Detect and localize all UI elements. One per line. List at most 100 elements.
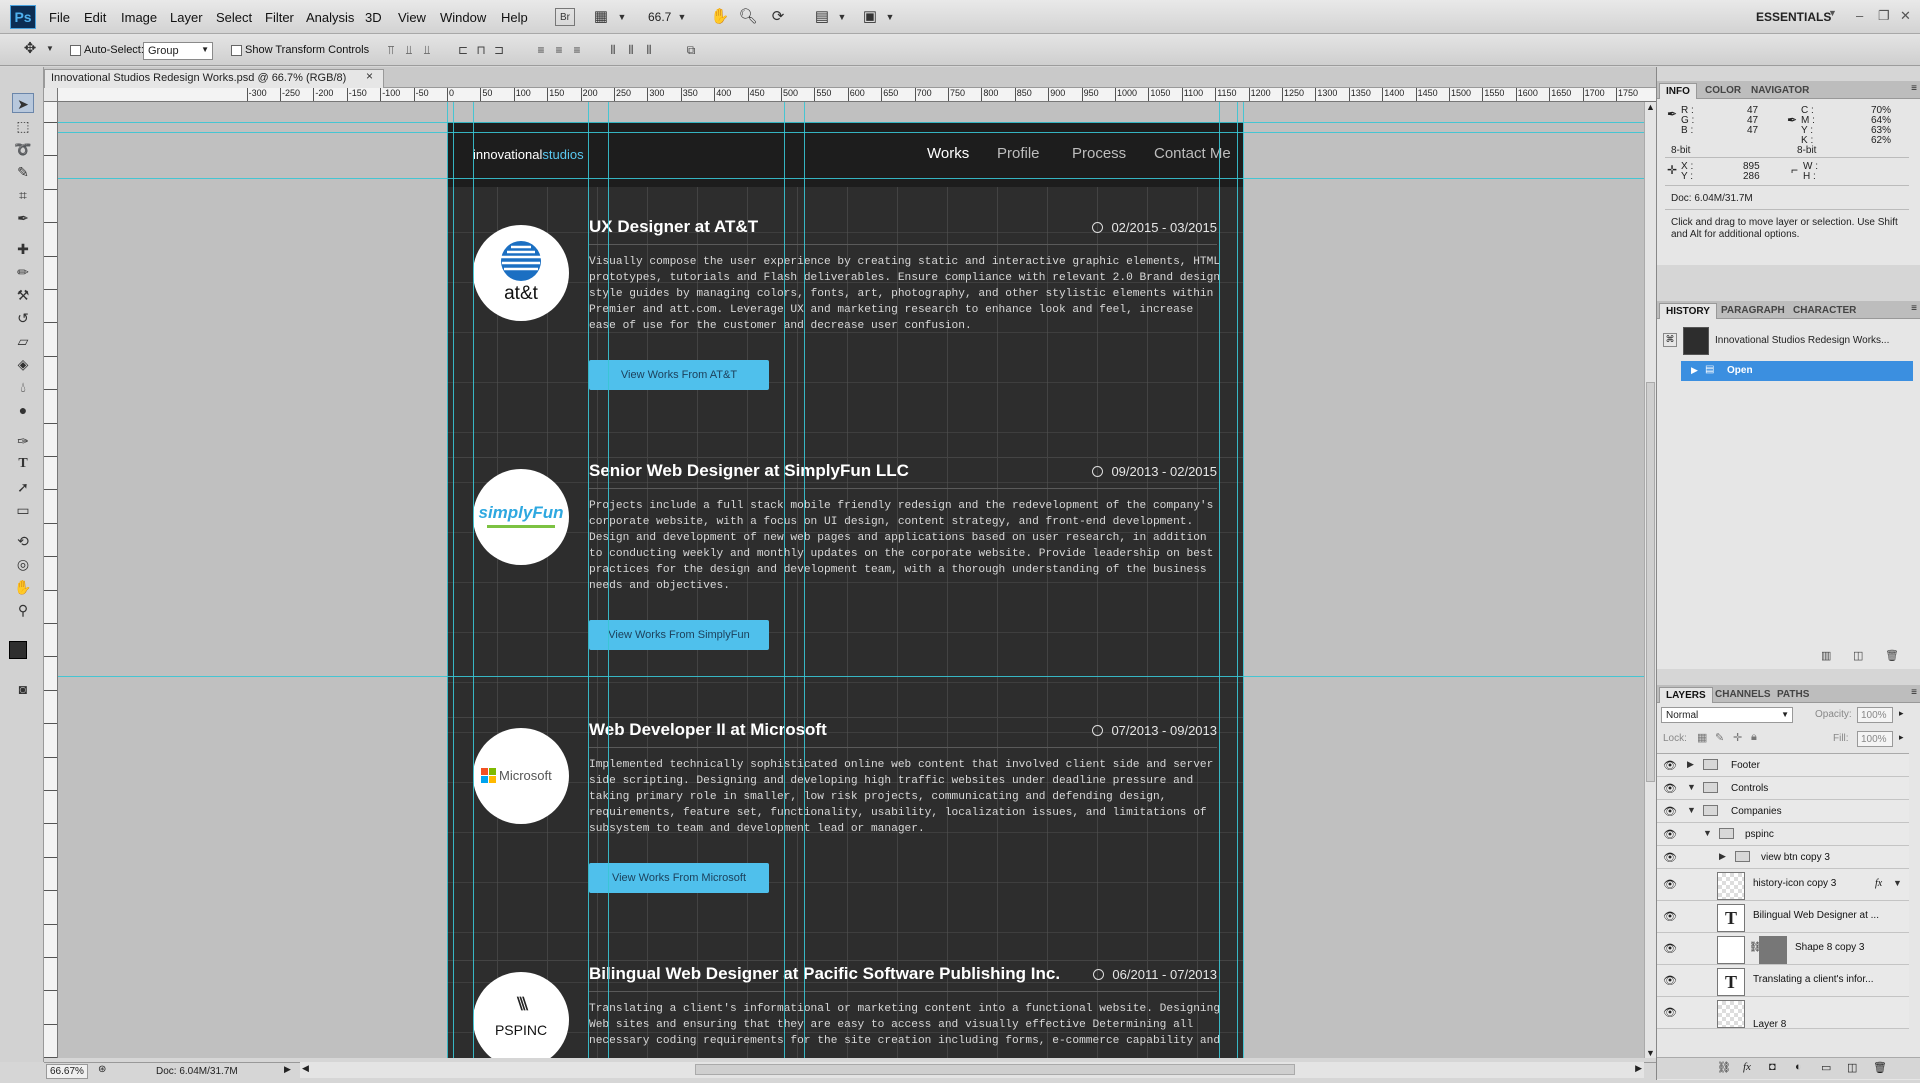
tab-character[interactable]: CHARACTER — [1787, 303, 1862, 318]
align-hcenter-icon[interactable]: ⊓ — [474, 43, 488, 57]
zoom-icon[interactable]: 🔍︎ — [738, 8, 758, 26]
tab-layers[interactable]: LAYERS — [1659, 687, 1713, 703]
fill-field[interactable]: 100% — [1857, 731, 1893, 747]
eye-icon[interactable]: 👁︎ — [1663, 942, 1677, 955]
scroll-right-icon[interactable]: ▶ — [1635, 1063, 1642, 1074]
type-tool-icon[interactable]: T — [12, 454, 34, 474]
guide-vertical[interactable] — [1237, 102, 1238, 1058]
opacity-slider-icon[interactable]: ▸ — [1899, 708, 1904, 719]
scroll-up-icon[interactable]: ▲ — [1646, 102, 1655, 112]
zoom-level[interactable]: 66.7 — [648, 10, 671, 24]
tab-navigator[interactable]: NAVIGATOR — [1745, 83, 1815, 98]
horizontal-scrollbar[interactable]: ◀ ▶ — [300, 1062, 1644, 1078]
layer-row-pspinc[interactable]: 👁︎ ▼ pspinc — [1657, 823, 1909, 846]
eye-icon[interactable]: 👁︎ — [1663, 1006, 1677, 1019]
lock-transparent-icon[interactable]: ▦ — [1697, 731, 1707, 744]
menu-analysis[interactable]: Analysis — [306, 10, 354, 25]
auto-align-icon[interactable]: ⧉ — [684, 43, 698, 57]
hand-icon[interactable]: ✋ — [710, 8, 730, 26]
chevron-right-icon[interactable]: ▶ — [1687, 759, 1694, 770]
vertical-scroll-thumb[interactable] — [1646, 382, 1655, 782]
bridge-icon[interactable]: Br — [555, 8, 575, 26]
tab-info[interactable]: INFO — [1659, 83, 1697, 99]
panel-menu-icon[interactable]: ≡ — [1911, 83, 1917, 94]
layer-row-history-icon[interactable]: 👁︎ history-icon copy 3 fx ▼ — [1657, 869, 1909, 901]
menu-file[interactable]: File — [49, 10, 70, 25]
adjustment-layer-icon[interactable]: ◐ — [1795, 1061, 1802, 1073]
eye-icon[interactable]: 👁︎ — [1663, 828, 1677, 841]
history-brush-tool-icon[interactable]: ↺ — [12, 308, 34, 328]
menu-window[interactable]: Window — [440, 10, 486, 25]
layer-row-controls[interactable]: 👁︎ ▼ Controls — [1657, 777, 1909, 800]
scroll-down-icon[interactable]: ▼ — [1646, 1048, 1655, 1058]
distribute-top-icon[interactable]: ≡ — [534, 43, 548, 57]
show-transform-checkbox[interactable] — [231, 45, 242, 56]
panel-menu-icon[interactable]: ≡ — [1911, 687, 1917, 698]
layer-effects-icon[interactable]: fx — [1875, 878, 1882, 889]
auto-select-dropdown[interactable]: Group ▼ — [143, 42, 213, 60]
new-document-from-state-icon[interactable]: ▥ — [1821, 649, 1831, 662]
layer-row-footer[interactable]: 👁︎ ▶ Footer — [1657, 754, 1909, 777]
menu-view[interactable]: View — [398, 10, 426, 25]
guide-horizontal[interactable] — [58, 178, 1644, 179]
align-left-icon[interactable]: ⊏ — [456, 43, 470, 57]
layer-row-layer-8[interactable]: 👁︎ Layer 8 — [1657, 997, 1909, 1030]
close-document-icon[interactable]: × — [366, 69, 373, 83]
layer-row-companies[interactable]: 👁︎ ▼ Companies — [1657, 800, 1909, 823]
status-icon[interactable]: ⊛ — [98, 1064, 106, 1075]
tab-paths[interactable]: PATHS — [1771, 687, 1815, 702]
minimize-icon[interactable]: – — [1856, 8, 1863, 23]
align-right-icon[interactable]: ⊐ — [492, 43, 506, 57]
guide-horizontal[interactable] — [58, 132, 1644, 133]
arrange-documents-icon[interactable]: ▤ — [812, 8, 832, 26]
guide-vertical[interactable] — [1219, 102, 1220, 1058]
screen-mode-icon[interactable]: ▣ — [860, 8, 880, 26]
distribute-hcenter-icon[interactable]: ⦀ — [624, 43, 638, 57]
history-snapshot[interactable]: ⌘ Innovational Studios Redesign Works... — [1661, 325, 1913, 357]
horizontal-scroll-thumb[interactable] — [695, 1064, 1295, 1075]
layer-row-shape-8[interactable]: 👁︎ ⛓ Shape 8 copy 3 — [1657, 933, 1909, 965]
preset-dropdown-icon[interactable]: ▼ — [40, 40, 60, 58]
3d-rotate-tool-icon[interactable]: ⟲ — [12, 531, 34, 551]
lock-position-icon[interactable]: ✛ — [1733, 731, 1742, 744]
close-icon[interactable]: ✕ — [1900, 8, 1911, 24]
eraser-tool-icon[interactable]: ▱ — [12, 331, 34, 351]
quick-mask-icon[interactable]: ◙ — [12, 679, 34, 699]
align-bottom-icon[interactable]: ⫫ — [420, 43, 434, 57]
history-state-open[interactable]: ▶ ▤ Open — [1681, 361, 1913, 381]
layer-row-translating[interactable]: 👁︎ T Translating a client's infor... — [1657, 965, 1909, 997]
layer-row-bilingual-title[interactable]: 👁︎ T Bilingual Web Designer at ... — [1657, 901, 1909, 933]
brush-tool-icon[interactable]: ✏ — [12, 262, 34, 282]
effects-dropdown-icon[interactable]: ▼ — [1893, 878, 1902, 888]
eyedropper-tool-icon[interactable]: ✒ — [12, 208, 34, 228]
paint-bucket-tool-icon[interactable]: ◈ — [12, 354, 34, 374]
hand-tool-icon[interactable]: ✋ — [12, 577, 34, 597]
guide-vertical[interactable] — [784, 102, 785, 1058]
tab-channels[interactable]: CHANNELS — [1709, 687, 1777, 702]
chevron-down-icon[interactable]: ▼ — [1687, 805, 1696, 815]
chevron-right-icon[interactable]: ▶ — [1719, 851, 1726, 862]
move-tool-preset-icon[interactable]: ✥ — [20, 40, 40, 58]
workspace-switcher[interactable]: ESSENTIALS — [1756, 10, 1831, 24]
distribute-bottom-icon[interactable]: ≡ — [570, 43, 584, 57]
3d-orbit-tool-icon[interactable]: ◎ — [12, 554, 34, 574]
panel-menu-icon[interactable]: ≡ — [1911, 303, 1917, 314]
eye-icon[interactable]: 👁︎ — [1663, 759, 1677, 772]
menu-3d[interactable]: 3D — [365, 10, 382, 25]
lasso-tool-icon[interactable]: ➰ — [12, 139, 34, 159]
lock-all-icon[interactable]: 🔒︎ — [1751, 731, 1757, 744]
chevron-down-icon[interactable]: ▼ — [612, 8, 632, 26]
link-layers-icon[interactable]: ⛓ — [1717, 1061, 1731, 1074]
distribute-right-icon[interactable]: ⦀ — [642, 43, 656, 57]
chevron-down-icon[interactable]: ▼ — [1703, 828, 1712, 838]
restore-icon[interactable]: ❐ — [1878, 8, 1890, 24]
status-zoom[interactable]: 66.67% — [46, 1064, 88, 1079]
new-layer-icon[interactable]: ◫ — [1847, 1061, 1857, 1074]
clone-stamp-tool-icon[interactable]: ⚒ — [12, 285, 34, 305]
align-vcenter-icon[interactable]: ⫫ — [402, 43, 416, 57]
scroll-left-icon[interactable]: ◀ — [302, 1063, 309, 1074]
menu-select[interactable]: Select — [216, 10, 252, 25]
zoom-tool-icon[interactable]: ⚲ — [12, 600, 34, 620]
fill-slider-icon[interactable]: ▸ — [1899, 732, 1904, 743]
status-menu-icon[interactable]: ▶ — [284, 1064, 291, 1075]
